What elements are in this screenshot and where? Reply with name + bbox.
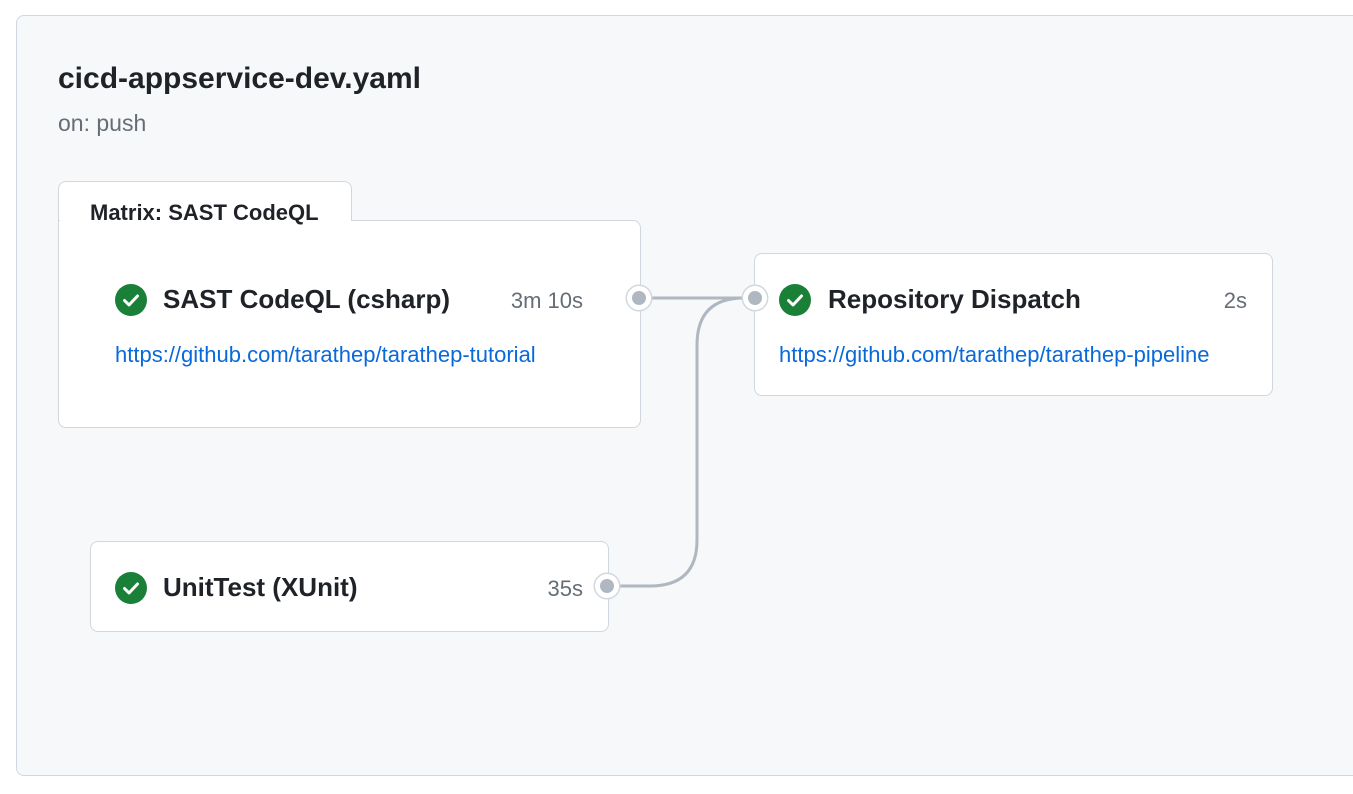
job-card-dispatch[interactable] <box>754 253 1273 396</box>
workflow-title: cicd-appservice-dev.yaml <box>58 62 421 95</box>
workflow-trigger: on: push <box>58 110 147 136</box>
job-link-sast[interactable]: https://github.com/tarathep/tarathep-tut… <box>115 342 585 368</box>
job-duration-sast: 3m 10s <box>510 288 583 313</box>
check-circle-icon <box>115 284 147 316</box>
job-duration-dispatch: 2s <box>1223 288 1247 313</box>
job-output-node-sast <box>632 291 646 305</box>
job-link-dispatch[interactable]: https://github.com/tarathep/tarathep-pip… <box>779 342 1237 368</box>
job-input-node-dispatch <box>748 291 762 305</box>
job-name-sast[interactable]: SAST CodeQL (csharp) <box>163 284 450 315</box>
job-name-unittest[interactable]: UnitTest (XUnit) <box>163 572 358 603</box>
job-duration-unittest: 35s <box>547 576 583 601</box>
job-output-node-unittest <box>600 579 614 593</box>
check-circle-icon <box>115 572 147 604</box>
matrix-label: Matrix: SAST CodeQL <box>90 200 319 225</box>
matrix-group <box>58 220 641 428</box>
job-name-dispatch[interactable]: Repository Dispatch <box>828 284 1081 315</box>
check-circle-icon <box>779 284 811 316</box>
